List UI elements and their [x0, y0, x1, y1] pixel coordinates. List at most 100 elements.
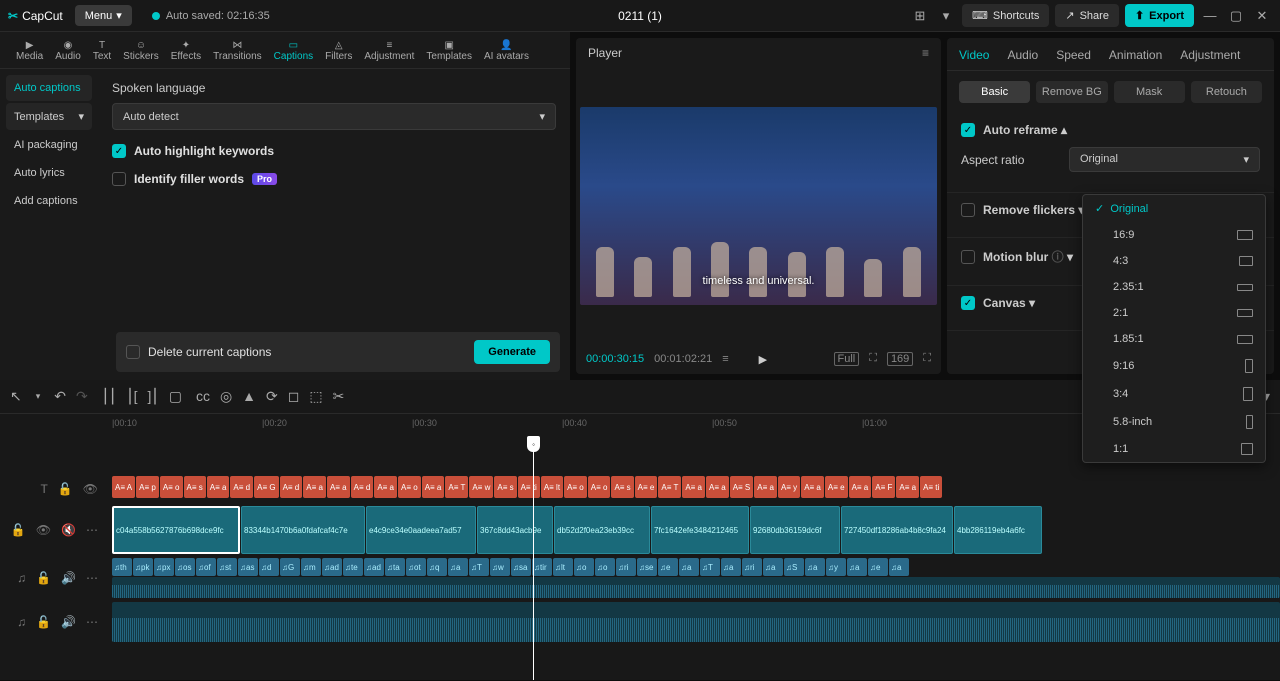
pointer-tool[interactable]: ↖ [10, 388, 22, 405]
ratio-option-185-1[interactable]: 1.85:1 [1083, 326, 1265, 352]
caption-clip[interactable]: A≡ s [184, 476, 206, 498]
keyword-clip[interactable]: ♫d [259, 558, 279, 576]
caption-clip[interactable]: A≡ a [801, 476, 824, 498]
motion-blur-checkbox[interactable] [961, 250, 975, 264]
keyword-clip[interactable]: ♫T [700, 558, 720, 576]
player-canvas[interactable]: timeless and universal. [576, 68, 941, 344]
ratio-option-2-1[interactable]: 2:1 [1083, 300, 1265, 326]
effects-tab[interactable]: ✦Effects [165, 38, 207, 64]
video-clip[interactable]: e4c9ce34e0aadeea7ad57 [366, 506, 476, 554]
keyword-clip[interactable]: ♫of [196, 558, 216, 576]
caption-clip[interactable]: A≡ o [398, 476, 421, 498]
video-clip[interactable]: 367c8dd43acb9e [477, 506, 553, 554]
ratio-option-16-9[interactable]: 16:9 [1083, 222, 1265, 248]
more-icon[interactable]: ⋯ [86, 523, 98, 537]
ratio-option-3-4[interactable]: 3:4 [1083, 380, 1265, 408]
more-icon[interactable]: ⋯ [86, 571, 98, 585]
caption-clip[interactable]: A≡ d [230, 476, 253, 498]
caption-clip[interactable]: A≡ d [280, 476, 303, 498]
narration-tool[interactable]: cc [196, 388, 210, 405]
full-button[interactable]: Full [834, 352, 860, 366]
caption-clip[interactable]: A≡ a [327, 476, 350, 498]
minimize-button[interactable]: — [1200, 8, 1220, 23]
caption-clip[interactable]: A≡ o [564, 476, 587, 498]
sidebar-auto-captions[interactable]: Auto captions [6, 75, 92, 101]
wave-track-icon[interactable]: ♫ [17, 615, 26, 629]
sidebar-ai-packaging[interactable]: AI packaging [6, 132, 92, 158]
ratio-169-button[interactable]: 169 [887, 352, 913, 366]
subtab-mask[interactable]: Mask [1114, 81, 1185, 103]
keyword-clip[interactable]: ♫o [574, 558, 594, 576]
list-icon[interactable]: ≡ [722, 353, 728, 365]
mute-icon[interactable]: 🔇 [61, 523, 76, 537]
tab-speed[interactable]: Speed [1056, 48, 1091, 62]
maximize-button[interactable]: ▢ [1226, 8, 1246, 24]
caption-clip[interactable]: A≡ a [754, 476, 777, 498]
keyword-clip[interactable]: ♫th [112, 558, 132, 576]
ratio-option-58inch[interactable]: 5.8-inch [1083, 408, 1265, 436]
keyword-clip[interactable]: ♫sa [511, 558, 531, 576]
eye-icon[interactable]: 👁 [36, 523, 51, 537]
keyword-clip[interactable]: ♫m [301, 558, 321, 576]
lock-icon[interactable]: 🔓 [58, 482, 73, 496]
rotate-tool[interactable]: ◻ [288, 388, 300, 405]
captions-tab[interactable]: ▭Captions [268, 38, 319, 64]
video-track-icon[interactable]: ▭ [0, 523, 1, 537]
keyword-clip[interactable]: ♫st [217, 558, 237, 576]
split-left-tool[interactable]: ⎮[ [126, 388, 137, 405]
delete-captions-checkbox[interactable] [126, 345, 140, 359]
tab-animation[interactable]: Animation [1109, 48, 1162, 62]
aspect-ratio-select[interactable]: Original▾ [1069, 147, 1260, 172]
keyword-clip[interactable]: ♫S [784, 558, 804, 576]
video-clip[interactable]: db52d2f0ea23eb39cc [554, 506, 650, 554]
wave-track-icon[interactable]: ♫ [17, 571, 26, 585]
media-tab[interactable]: ▶Media [10, 38, 49, 64]
avatars-tab[interactable]: 👤AI avatars [478, 38, 535, 64]
audio-clip-main[interactable] [112, 602, 1280, 642]
lock-icon[interactable]: 🔓 [11, 523, 26, 537]
pointer-chevron[interactable]: ▾ [36, 391, 41, 402]
keyword-clip[interactable]: ♫o [595, 558, 615, 576]
playhead[interactable]: ◦ [527, 436, 540, 452]
keyword-clip[interactable]: ♫a [448, 558, 468, 576]
sidebar-auto-lyrics[interactable]: Auto lyrics [6, 160, 92, 186]
keyword-clip[interactable]: ♫q [427, 558, 447, 576]
keyword-clip[interactable]: ♫w [490, 558, 510, 576]
keyword-clip[interactable]: ♫lt [553, 558, 573, 576]
auto-reframe-checkbox[interactable]: ✓ [961, 123, 975, 137]
caption-clip[interactable]: A≡ a [374, 476, 397, 498]
video-clip[interactable]: 727450df18286ab4b8c9fa24 [841, 506, 953, 554]
canvas-checkbox[interactable]: ✓ [961, 296, 975, 310]
tab-adjustment[interactable]: Adjustment [1180, 48, 1240, 62]
keyword-clip[interactable]: ♫a [763, 558, 783, 576]
reverse-tool[interactable]: ⟳ [266, 388, 278, 405]
keyword-clip[interactable]: ♫ot [406, 558, 426, 576]
sidebar-templates[interactable]: Templates▾ [6, 103, 92, 130]
crop-tool[interactable]: ⬚ [309, 388, 322, 405]
split-right-tool[interactable]: ]⎮ [148, 388, 159, 405]
caption-clip[interactable]: A≡ S [730, 476, 754, 498]
subtab-removebg[interactable]: Remove BG [1036, 81, 1107, 103]
filters-tab[interactable]: ◬Filters [319, 38, 358, 64]
keyword-clip[interactable]: ♫e [868, 558, 888, 576]
caption-clip[interactable]: A≡ a [303, 476, 326, 498]
video-clip[interactable]: 7fc1642efe3484212465 [651, 506, 749, 554]
delete-tool[interactable]: ▢ [169, 388, 182, 405]
keyword-clip[interactable]: ♫a [679, 558, 699, 576]
keyword-clip[interactable]: ♫a [889, 558, 909, 576]
adjustment-tab[interactable]: ≡Adjustment [358, 38, 420, 64]
keyword-clip[interactable]: ♫ta [385, 558, 405, 576]
keyword-clip[interactable]: ♫se [637, 558, 657, 576]
audio-tab[interactable]: ◉Audio [49, 38, 87, 64]
caption-clip[interactable]: A≡ a [849, 476, 872, 498]
keyword-clip[interactable]: ♫tir [532, 558, 552, 576]
shortcuts-button[interactable]: ⌨Shortcuts [962, 4, 1049, 27]
transitions-tab[interactable]: ⋈Transitions [207, 38, 268, 64]
menu-button[interactable]: Menu▾ [75, 5, 132, 26]
mute-icon[interactable]: 🔊 [61, 571, 76, 585]
keyword-clip[interactable]: ♫pk [133, 558, 153, 576]
mirror-tool[interactable]: ▲ [242, 388, 256, 405]
caption-clip[interactable]: A≡ T [658, 476, 681, 498]
highlight-checkbox[interactable]: ✓ [112, 144, 126, 158]
caption-clip[interactable]: A≡ G [254, 476, 278, 498]
